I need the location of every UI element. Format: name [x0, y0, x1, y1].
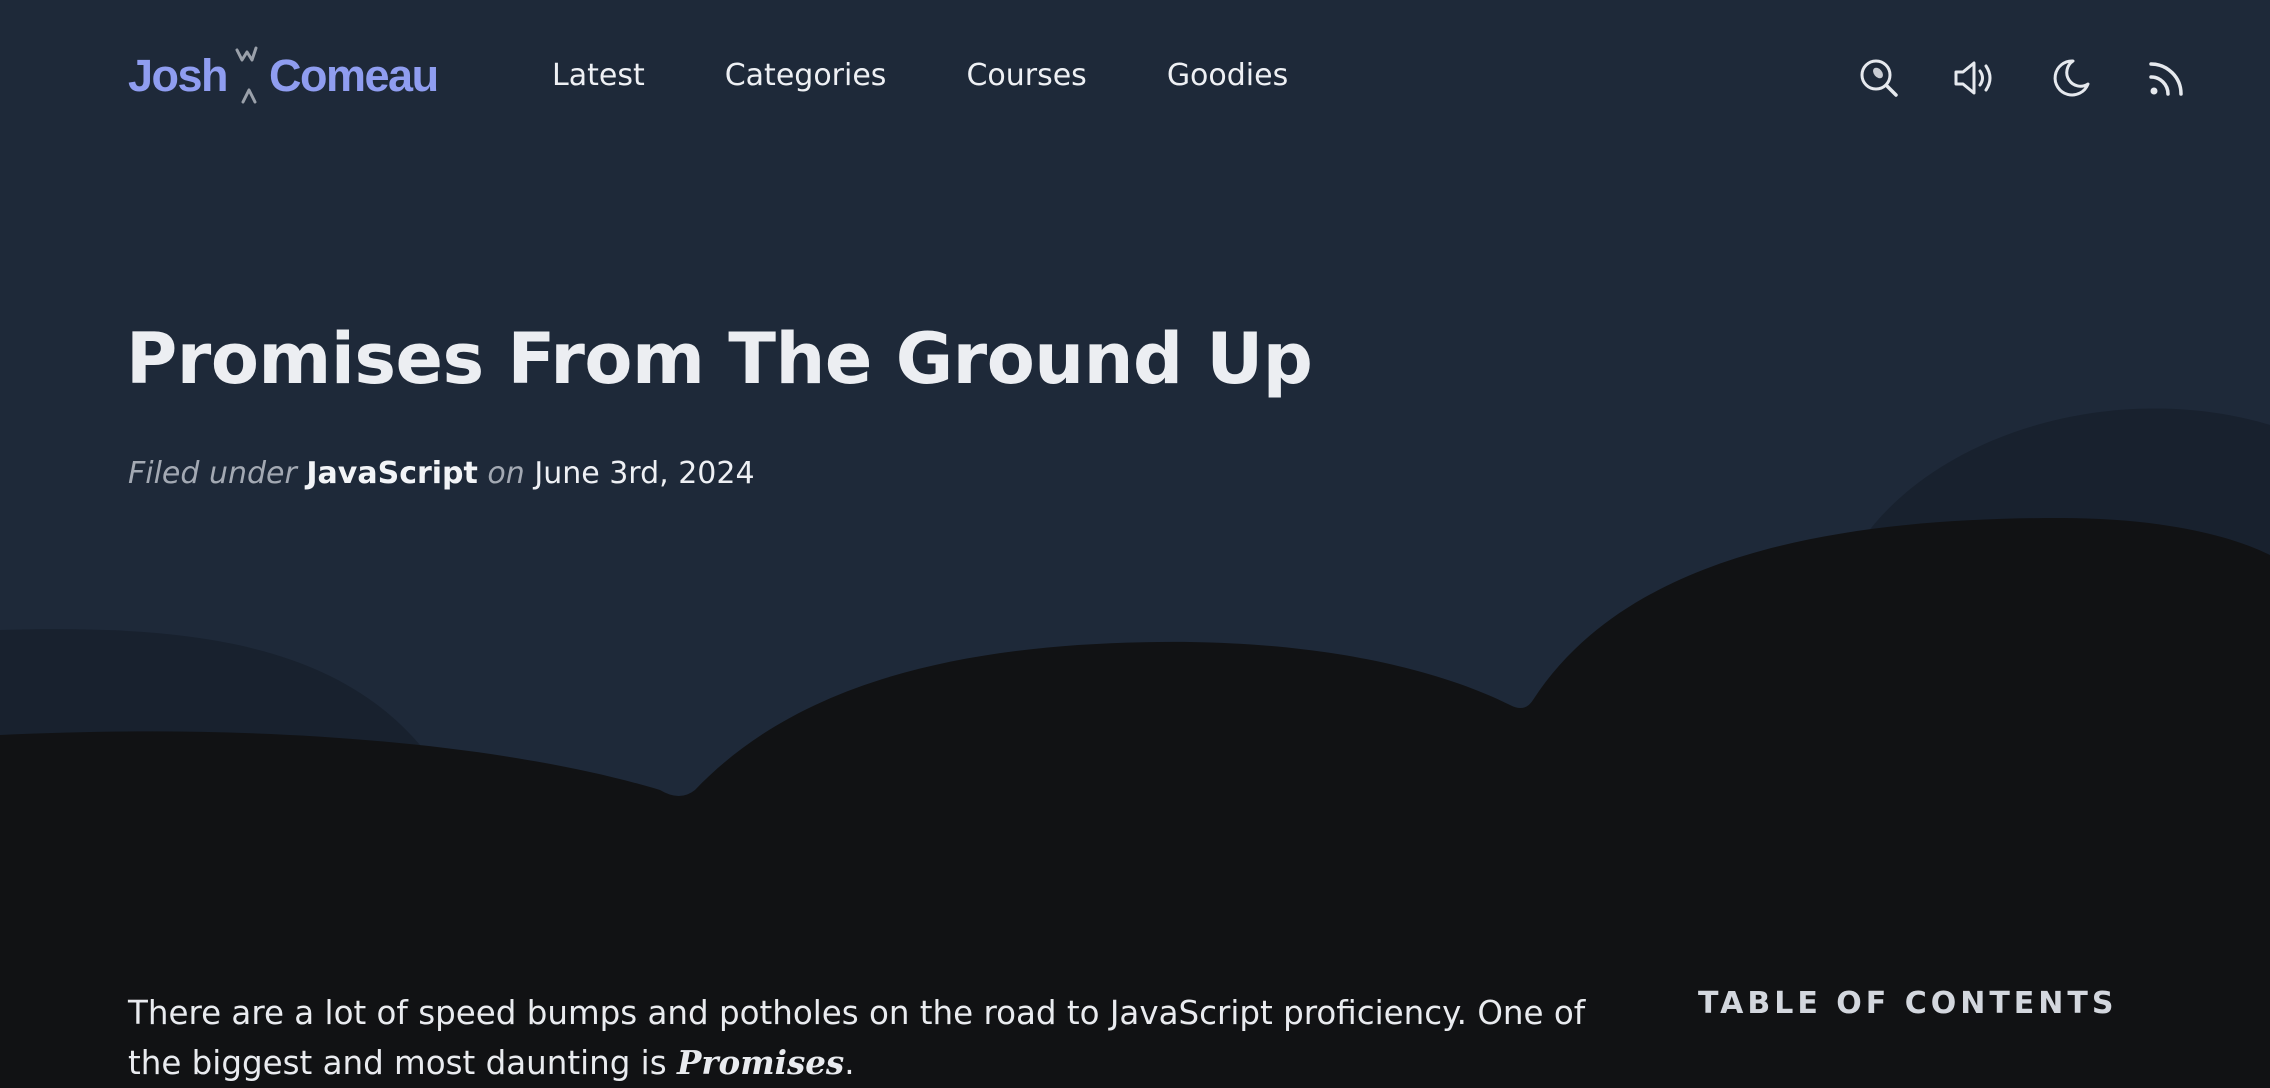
filed-under-label: Filed under: [128, 456, 297, 491]
nav-courses[interactable]: Courses: [966, 58, 1086, 93]
nav-latest[interactable]: Latest: [552, 58, 645, 93]
page-title: Promises From The Ground Up: [126, 318, 1313, 400]
logo-first-name: Josh: [128, 50, 229, 101]
sound-icon[interactable]: [1952, 56, 1996, 100]
table-of-contents-heading: TABLE OF CONTENTS: [1698, 986, 2118, 1021]
hero-background: [0, 0, 2270, 1074]
logo-last-name: Comeau: [269, 50, 439, 101]
site-header: Josh Comeau Latest Categories Courses Go…: [0, 0, 2270, 160]
intro-paragraph: There are a lot of speed bumps and potho…: [128, 988, 1588, 1088]
site-logo[interactable]: Josh Comeau: [128, 36, 439, 116]
intro-text: There are a lot of speed bumps and potho…: [128, 994, 1586, 1082]
intro-emphasis: Promises: [676, 1043, 845, 1082]
on-label: on: [487, 456, 525, 491]
nav-categories[interactable]: Categories: [725, 58, 887, 93]
publish-date: June 3rd, 2024: [534, 456, 755, 491]
logo-spark-icon: [235, 46, 258, 104]
nav-goodies[interactable]: Goodies: [1167, 58, 1288, 93]
article-meta: Filed under JavaScript on June 3rd, 2024: [128, 456, 755, 491]
search-icon[interactable]: [1857, 56, 1901, 100]
category-link[interactable]: JavaScript: [306, 456, 478, 491]
main-nav: Latest Categories Courses Goodies: [552, 58, 1288, 93]
rss-icon[interactable]: [2145, 56, 2189, 100]
moon-icon[interactable]: [2049, 56, 2093, 100]
intro-end: .: [844, 1044, 855, 1082]
